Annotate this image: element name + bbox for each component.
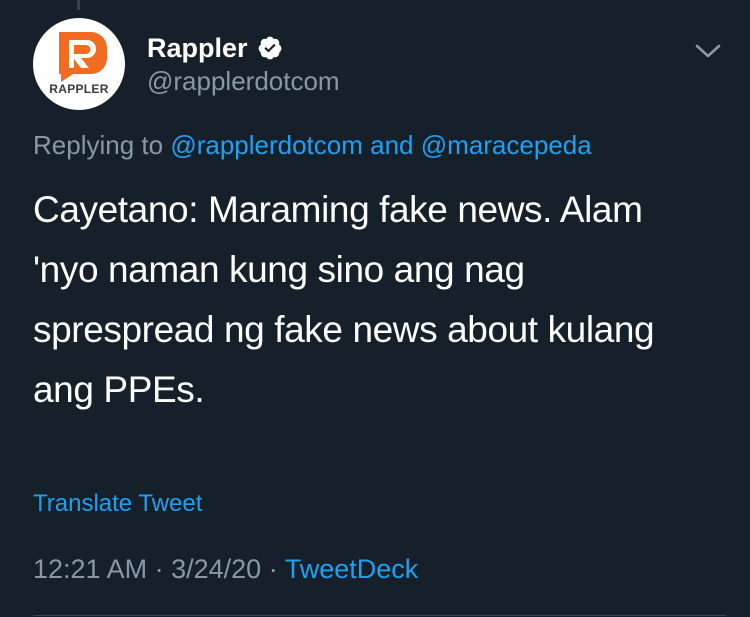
tweet-meta: 12:21 AM · 3/24/20 · TweetDeck — [33, 554, 418, 585]
replying-to-label: Replying to — [33, 130, 164, 160]
mention-conjunction[interactable]: and — [370, 130, 413, 160]
meta-separator: · — [268, 554, 278, 584]
author-handle[interactable]: @rapplerdotcom — [147, 66, 340, 97]
translate-tweet-link[interactable]: Translate Tweet — [33, 490, 202, 518]
avatar-wordmark: RAPPLER — [49, 82, 109, 96]
chevron-down-icon[interactable] — [693, 40, 723, 62]
author-row: Rappler — [147, 30, 283, 66]
tweet-source[interactable]: TweetDeck — [285, 554, 419, 584]
meta-separator: · — [154, 554, 164, 584]
avatar[interactable]: RAPPLER — [33, 18, 125, 110]
rappler-logo-icon — [59, 32, 107, 82]
tweet-text: Cayetano: Maraming fake news. Alam 'nyo … — [33, 189, 655, 410]
thread-connector-line — [77, 0, 80, 10]
mention-link[interactable]: @rapplerdotcom — [170, 130, 363, 160]
verified-badge-icon — [258, 36, 281, 60]
display-name[interactable]: Rappler — [147, 33, 248, 64]
tweet-time[interactable]: 12:21 AM — [33, 554, 147, 584]
mention-link[interactable]: @maracepeda — [421, 130, 592, 160]
divider — [33, 615, 726, 616]
tweet-date[interactable]: 3/24/20 — [171, 554, 261, 584]
replying-to-line: Replying to @rapplerdotcom and @maracepe… — [33, 130, 592, 161]
